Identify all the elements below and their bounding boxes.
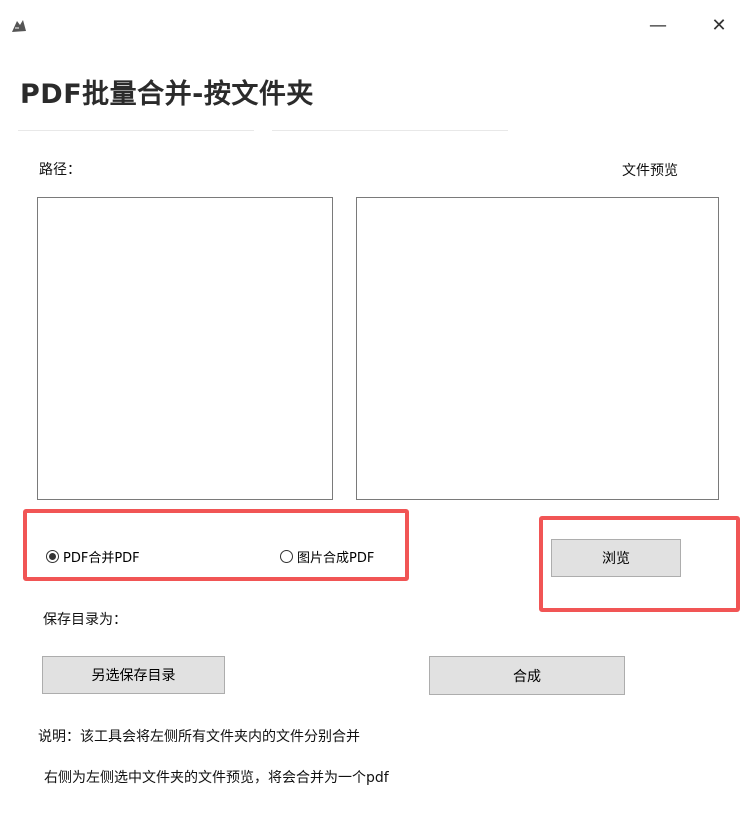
radio-pdf-merge-pdf[interactable]: PDF合并PDF (46, 547, 140, 566)
choose-save-dir-button[interactable]: 另选保存目录 (42, 656, 225, 694)
app-feather-icon (9, 16, 29, 36)
merge-button[interactable]: 合成 (429, 656, 625, 695)
radio-image-to-pdf-label: 图片合成PDF (297, 551, 375, 566)
radio-checked-icon (46, 550, 59, 563)
browse-button[interactable]: 浏览 (551, 539, 681, 577)
file-preview-listbox[interactable] (356, 197, 719, 500)
radio-unchecked-icon (280, 550, 293, 563)
mode-highlight-box (23, 509, 409, 581)
title-underline-left (18, 130, 254, 131)
description-line-2: 右侧为左侧选中文件夹的文件预览，将会合并为一个pdf (44, 770, 389, 786)
folder-listbox[interactable] (37, 197, 333, 500)
title-underline-right (272, 130, 508, 131)
path-label: 路径： (39, 162, 81, 178)
minimize-button[interactable]: — (640, 10, 676, 40)
close-icon: ✕ (711, 14, 727, 36)
page-title: PDF批量合并-按文件夹 (20, 79, 314, 110)
radio-pdf-merge-pdf-label: PDF合并PDF (63, 551, 140, 566)
minimize-icon: — (649, 14, 667, 36)
description-line-1: 说明：该工具会将左侧所有文件夹内的文件分别合并 (38, 729, 360, 745)
close-button[interactable]: ✕ (701, 10, 737, 40)
file-preview-label: 文件预览 (622, 163, 678, 179)
radio-image-to-pdf[interactable]: 图片合成PDF (280, 547, 374, 566)
save-dir-label: 保存目录为： (43, 612, 127, 628)
